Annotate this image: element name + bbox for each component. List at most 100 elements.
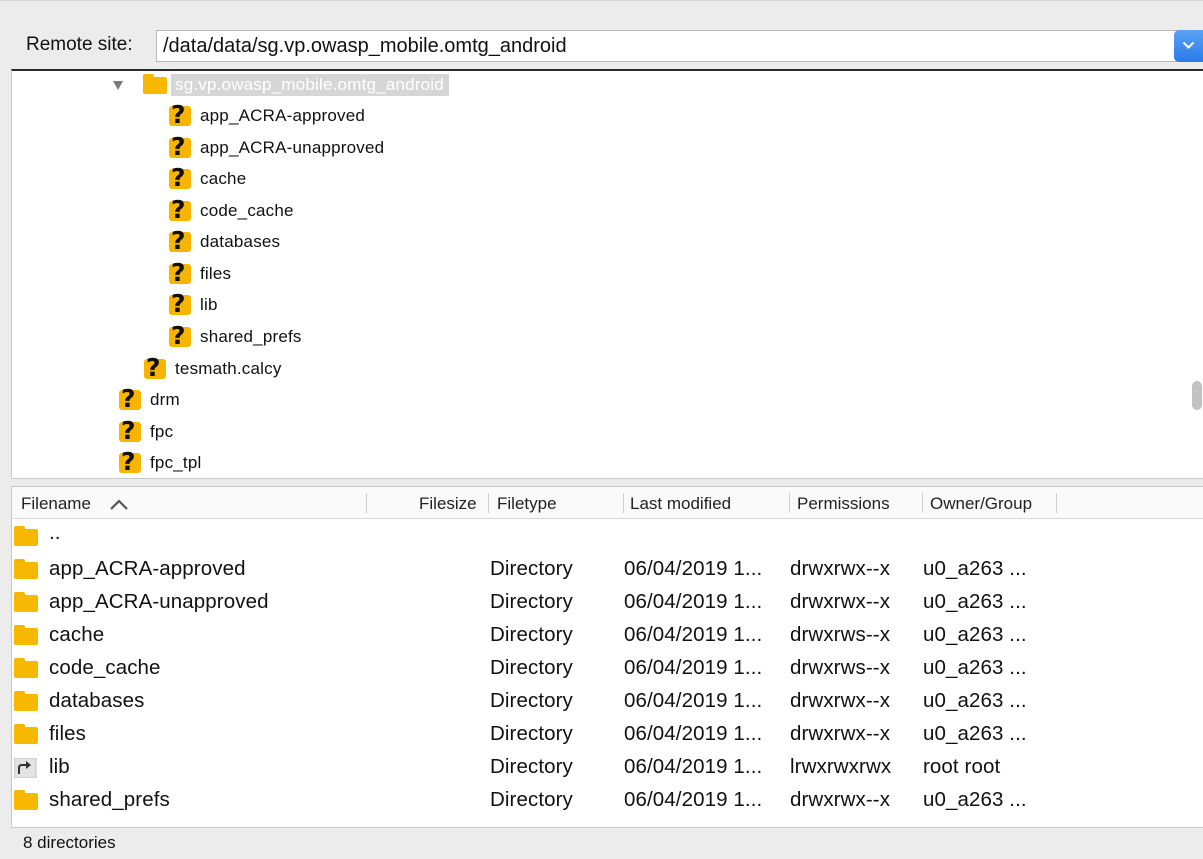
tree-label: sg.vp.owasp_mobile.omtg_android: [171, 74, 449, 96]
cell-last-modified: 06/04/2019 1...: [624, 656, 763, 679]
cell-filename: app_ACRA-approved: [49, 557, 246, 580]
unknown-folder-icon: ?: [118, 447, 142, 476]
column-divider[interactable]: [789, 493, 790, 513]
cell-owner-group: u0_a263 ...: [923, 656, 1027, 679]
disclosure-triangle-icon[interactable]: [112, 79, 124, 91]
unknown-folder-icon: ?: [118, 416, 142, 445]
cell-filetype: Directory: [490, 722, 573, 745]
cell-filetype: Directory: [490, 788, 573, 811]
column-header-owner-group[interactable]: Owner/Group: [930, 494, 1032, 514]
column-header-permissions[interactable]: Permissions: [797, 494, 890, 514]
chevron-down-icon: [1182, 41, 1195, 49]
folder-icon: [14, 691, 38, 711]
tree-label: lib: [200, 295, 218, 314]
cell-filetype: Directory: [490, 557, 573, 580]
tree-label: databases: [200, 232, 281, 251]
cell-last-modified: 06/04/2019 1...: [624, 590, 763, 613]
table-row[interactable]: files Directory 06/04/2019 1... drwxrwx-…: [12, 717, 1203, 750]
unknown-folder-icon: ?: [168, 132, 192, 161]
cell-filetype: Directory: [490, 590, 573, 613]
remote-site-combobox[interactable]: /data/data/sg.vp.owasp_mobile.omtg_andro…: [156, 30, 1203, 62]
unknown-folder-icon: ?: [168, 100, 192, 129]
sort-ascending-icon[interactable]: [109, 499, 129, 511]
cell-last-modified: 06/04/2019 1...: [624, 755, 763, 778]
column-header-filetype[interactable]: Filetype: [497, 494, 557, 514]
table-row[interactable]: code_cache Directory 06/04/2019 1... drw…: [12, 651, 1203, 684]
column-divider[interactable]: [1056, 493, 1057, 513]
tree-node[interactable]: ? app_ACRA-unapproved: [168, 132, 384, 163]
cell-owner-group: u0_a263 ...: [923, 590, 1027, 613]
cell-filetype: Directory: [490, 623, 573, 646]
file-list-header: Filename Filesize Filetype Last modified…: [12, 487, 1203, 519]
table-row[interactable]: databases Directory 06/04/2019 1... drwx…: [12, 684, 1203, 717]
folder-icon: [14, 526, 38, 546]
table-row[interactable]: app_ACRA-approved Directory 06/04/2019 1…: [12, 552, 1203, 585]
cell-filename: files: [49, 722, 86, 745]
folder-icon: [14, 625, 38, 645]
tree-label: files: [200, 264, 232, 283]
symlink-icon: [14, 758, 37, 778]
cell-filename: code_cache: [49, 656, 161, 679]
cell-permissions: lrwxrwxrwx: [790, 755, 892, 778]
remote-site-label: Remote site:: [26, 34, 133, 55]
tree-node[interactable]: ? tesmath.calcy: [143, 353, 282, 384]
remote-site-bar: Remote site: /data/data/sg.vp.owasp_mobi…: [0, 0, 1203, 72]
tree-scrollbar-thumb[interactable]: [1192, 381, 1202, 410]
cell-filename: databases: [49, 689, 145, 712]
unknown-folder-icon: ?: [168, 321, 192, 350]
unknown-folder-icon: ?: [168, 258, 192, 287]
unknown-folder-icon: ?: [168, 163, 192, 192]
tree-node[interactable]: ? drm: [118, 384, 180, 415]
tree-node[interactable]: ? lib: [168, 289, 218, 320]
folder-icon: [14, 724, 38, 744]
tree-label: shared_prefs: [200, 327, 302, 346]
column-divider[interactable]: [922, 493, 923, 513]
column-divider[interactable]: [623, 493, 624, 513]
tree-label: cache: [200, 169, 247, 188]
tree-node[interactable]: ? app_ACRA-approved: [168, 100, 365, 131]
selected-folder-icon: [143, 73, 167, 97]
table-row[interactable]: shared_prefs Directory 06/04/2019 1... d…: [12, 783, 1203, 816]
tree-label: fpc: [150, 422, 174, 441]
cell-last-modified: 06/04/2019 1...: [624, 623, 763, 646]
table-row[interactable]: lib Directory 06/04/2019 1... lrwxrwxrwx…: [12, 750, 1203, 783]
cell-filetype: Directory: [490, 689, 573, 712]
tree-node[interactable]: ? files: [168, 258, 232, 289]
cell-filename: app_ACRA-unapproved: [49, 590, 269, 613]
tree-node[interactable]: ? databases: [168, 226, 281, 257]
column-header-filename[interactable]: Filename: [21, 494, 91, 514]
tree-label: code_cache: [200, 201, 294, 220]
cell-permissions: drwxrwx--x: [790, 590, 891, 613]
cell-filename: lib: [49, 755, 70, 778]
table-row[interactable]: cache Directory 06/04/2019 1... drwxrws-…: [12, 618, 1203, 651]
cell-permissions: drwxrws--x: [790, 656, 891, 679]
cell-filename: ..: [49, 521, 61, 544]
tree-node[interactable]: ? cache: [168, 163, 247, 194]
tree-node[interactable]: ? fpc_tpl: [118, 447, 202, 478]
cell-owner-group: u0_a263 ...: [923, 722, 1027, 745]
remote-site-path[interactable]: /data/data/sg.vp.owasp_mobile.omtg_andro…: [163, 35, 567, 58]
cell-owner-group: u0_a263 ...: [923, 689, 1027, 712]
column-divider[interactable]: [366, 493, 367, 513]
remote-directory-tree[interactable]: sg.vp.owasp_mobile.omtg_android ? app_AC…: [11, 69, 1203, 479]
column-header-last-modified[interactable]: Last modified: [630, 494, 731, 514]
cell-filename: shared_prefs: [49, 788, 170, 811]
column-divider[interactable]: [488, 493, 489, 513]
tree-node-selected[interactable]: sg.vp.owasp_mobile.omtg_android: [112, 71, 449, 100]
table-row[interactable]: ..: [12, 519, 1203, 552]
cell-filename: cache: [49, 623, 105, 646]
tree-label: tesmath.calcy: [175, 359, 282, 378]
unknown-folder-icon: ?: [168, 195, 192, 224]
remote-site-dropdown-button[interactable]: [1174, 30, 1203, 62]
tree-node[interactable]: ? fpc: [118, 416, 174, 447]
unknown-folder-icon: ?: [168, 226, 192, 255]
tree-label: fpc_tpl: [150, 453, 202, 472]
column-header-filesize[interactable]: Filesize: [419, 494, 477, 514]
folder-icon: [14, 592, 38, 612]
tree-node[interactable]: ? shared_prefs: [168, 321, 302, 352]
table-row[interactable]: app_ACRA-unapproved Directory 06/04/2019…: [12, 585, 1203, 618]
status-bar: 8 directories: [11, 827, 1203, 859]
cell-permissions: drwxrws--x: [790, 623, 891, 646]
tree-node[interactable]: ? code_cache: [168, 195, 294, 226]
remote-file-list[interactable]: Filename Filesize Filetype Last modified…: [11, 486, 1203, 827]
